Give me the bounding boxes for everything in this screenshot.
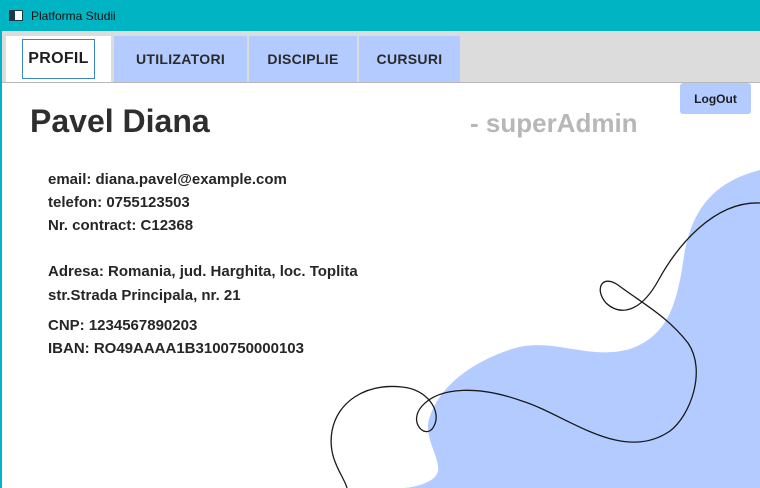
main-window: PROFIL UTILIZATORI DISCIPLIE CURSURI Log… <box>0 31 760 488</box>
tab-utilizatori[interactable]: UTILIZATORI <box>114 36 247 82</box>
profile-phone: telefon: 0755123503 <box>48 194 190 211</box>
title-bar: Platforma Studii <box>0 0 760 31</box>
tab-profil[interactable]: PROFIL <box>6 36 111 82</box>
profile-iban: IBAN: RO49AAAA1B3100750000103 <box>48 340 304 357</box>
profile-cnp: CNP: 1234567890203 <box>48 317 198 334</box>
profile-contract: Nr. contract: C12368 <box>48 217 194 234</box>
app-window-icon <box>9 10 23 21</box>
profile-address-line1: Adresa: Romania, jud. Harghita, loc. Top… <box>48 263 358 280</box>
profile-role: - superAdmin <box>470 108 638 138</box>
tab-disciplie[interactable]: DISCIPLIE <box>249 36 357 82</box>
profile-name: Pavel Diana <box>30 103 210 139</box>
profile-email: email: diana.pavel@example.com <box>48 171 287 188</box>
window-title: Platforma Studii <box>31 8 116 23</box>
logout-button[interactable]: LogOut <box>680 83 751 114</box>
profile-address-line2: str.Strada Principala, nr. 21 <box>48 287 241 304</box>
tab-bar: PROFIL UTILIZATORI DISCIPLIE CURSURI <box>2 31 760 83</box>
tab-cursuri[interactable]: CURSURI <box>359 36 460 82</box>
tab-profil-label: PROFIL <box>22 39 95 79</box>
decorative-background <box>330 170 760 488</box>
decorative-blob <box>402 170 760 488</box>
